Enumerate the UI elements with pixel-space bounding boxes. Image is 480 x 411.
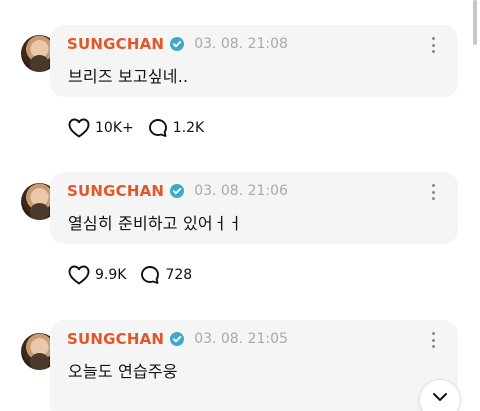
like-button[interactable]: 10K+: [68, 118, 134, 138]
message-text: 열심히 준비하고 있어ㅓㅓ: [68, 214, 243, 233]
comment-icon: [141, 266, 160, 284]
username[interactable]: SUNGCHAN: [67, 330, 164, 348]
message-text: 브리즈 보고싶네..: [68, 67, 189, 86]
heart-icon: [68, 118, 90, 138]
timestamp: 03. 08. 21:06: [194, 183, 288, 199]
post-header: SUNGCHAN 03. 08. 21:08: [67, 34, 288, 54]
more-vertical-icon[interactable]: [430, 332, 436, 348]
comment-button[interactable]: 1.2K: [148, 118, 204, 138]
verified-badge-icon: [170, 184, 185, 198]
chevron-down-icon: [433, 393, 447, 401]
verified-badge-icon: [170, 332, 185, 346]
post-actions: 10K+ 1.2K: [68, 117, 218, 139]
heart-icon: [68, 265, 90, 285]
like-count: 10K+: [95, 120, 134, 136]
message-text: 오늘도 연습주웅: [68, 362, 178, 381]
like-count: 9.9K: [95, 267, 127, 283]
comment-icon: [148, 119, 167, 137]
post-header: SUNGCHAN 03. 08. 21:05: [67, 329, 288, 349]
username[interactable]: SUNGCHAN: [67, 35, 164, 53]
more-vertical-icon[interactable]: [430, 184, 436, 200]
message-bubble: SUNGCHAN 03. 08. 21:05 오늘도 연습주웅: [50, 320, 458, 411]
comment-count: 1.2K: [172, 120, 205, 136]
comment-feed: SUNGCHAN 03. 08. 21:08 브리즈 보고싶네.. 10K+ 1…: [0, 0, 480, 411]
post-header: SUNGCHAN 03. 08. 21:06: [67, 181, 288, 201]
comment-count: 728: [165, 267, 193, 283]
message-bubble: SUNGCHAN 03. 08. 21:06 열심히 준비하고 있어ㅓㅓ: [50, 172, 458, 244]
username[interactable]: SUNGCHAN: [67, 182, 164, 200]
more-vertical-icon[interactable]: [430, 37, 436, 53]
like-button[interactable]: 9.9K: [68, 265, 126, 285]
message-bubble: SUNGCHAN 03. 08. 21:08 브리즈 보고싶네..: [50, 25, 458, 97]
comment-button[interactable]: 728: [140, 265, 192, 285]
verified-badge-icon: [170, 37, 185, 51]
post-actions: 9.9K 728: [68, 264, 206, 286]
timestamp: 03. 08. 21:08: [194, 36, 288, 52]
scrollbar[interactable]: [473, 0, 477, 45]
timestamp: 03. 08. 21:05: [194, 331, 288, 347]
